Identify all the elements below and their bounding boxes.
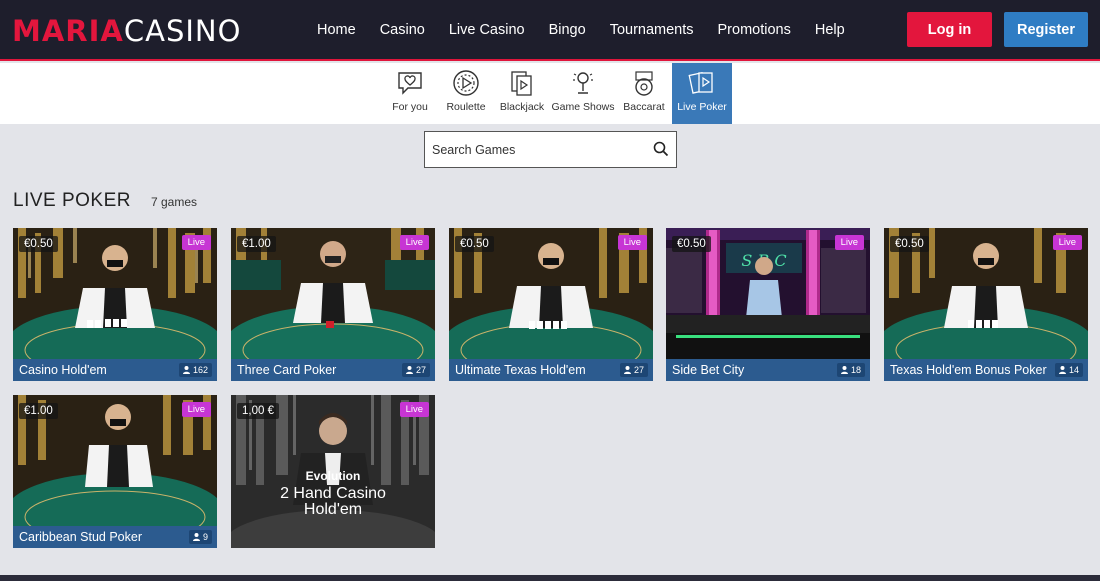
- heart-chat-icon: [398, 72, 422, 95]
- category-label: Blackjack: [499, 101, 545, 113]
- section-title: LIVE POKER: [13, 190, 131, 211]
- category-for-you[interactable]: For you: [382, 63, 438, 124]
- cards-play-icon: [511, 71, 532, 96]
- user-icon: [1058, 366, 1066, 374]
- game-title: Side Bet City: [672, 363, 745, 377]
- nav-casino[interactable]: Casino: [380, 22, 425, 38]
- min-bet-badge: €0.50: [455, 236, 494, 252]
- user-icon: [182, 366, 190, 374]
- nav-promotions[interactable]: Promotions: [718, 22, 791, 38]
- microphone-icon: [573, 72, 593, 94]
- category-label: Game Shows: [551, 101, 615, 113]
- main-nav: Home Casino Live Casino Bingo Tournament…: [305, 0, 857, 59]
- register-button[interactable]: Register: [1004, 12, 1088, 47]
- game-count: 7 games: [151, 195, 198, 209]
- live-badge: Live: [834, 235, 864, 250]
- footer-strip: [0, 575, 1100, 581]
- baccarat-icon: [635, 71, 653, 96]
- category-bar: For you Roulette Blackjack Game Shows Ba…: [0, 63, 1100, 124]
- live-badge: Live: [181, 402, 211, 417]
- game-title: Texas Hold'em Bonus Poker: [890, 363, 1047, 377]
- provider-logo: Evolution: [305, 469, 361, 483]
- live-badge: Live: [1052, 235, 1082, 250]
- user-icon: [623, 366, 631, 374]
- game-title-bar: Side Bet City 18: [666, 359, 870, 381]
- player-count: 27: [619, 363, 648, 377]
- category-blackjack[interactable]: Blackjack: [494, 63, 550, 124]
- live-badge: Live: [181, 235, 211, 250]
- user-icon: [192, 533, 200, 541]
- user-icon: [405, 366, 413, 374]
- category-baccarat[interactable]: Baccarat: [616, 63, 672, 124]
- live-badge: Live: [617, 235, 647, 250]
- game-tile[interactable]: €0.50 Live Casino Hold'em 162: [13, 228, 217, 381]
- nav-home[interactable]: Home: [317, 22, 356, 38]
- player-count: 18: [836, 363, 865, 377]
- min-bet-badge: €1.00: [237, 236, 276, 252]
- min-bet-badge: €1.00: [19, 403, 58, 419]
- search-input[interactable]: [425, 132, 640, 167]
- category-roulette[interactable]: Roulette: [438, 63, 494, 124]
- game-title-bar: Three Card Poker 27: [231, 359, 435, 381]
- game-title: Casino Hold'em: [19, 363, 107, 377]
- category-label: Live Poker: [677, 101, 727, 113]
- game-title-bar: Texas Hold'em Bonus Poker 14: [884, 359, 1088, 381]
- poker-cards-icon: [688, 71, 713, 94]
- min-bet-badge: €0.50: [19, 236, 58, 252]
- min-bet-badge: €0.50: [672, 236, 711, 252]
- game-title: Caribbean Stud Poker: [19, 530, 142, 544]
- user-icon: [840, 366, 848, 374]
- game-tile[interactable]: €0.50 Live Texas Hold'em Bonus Poker 14: [884, 228, 1088, 381]
- player-count: 14: [1054, 363, 1083, 377]
- game-art-title: 2 Hand Casino Hold'em: [280, 485, 386, 518]
- category-label: Roulette: [446, 101, 486, 113]
- nav-help[interactable]: Help: [815, 22, 845, 38]
- min-bet-badge: €0.50: [890, 236, 929, 252]
- game-tile[interactable]: S B C €0.50 Live Side Bet City 18: [666, 228, 870, 381]
- nav-bingo[interactable]: Bingo: [549, 22, 586, 38]
- login-button[interactable]: Log in: [907, 12, 992, 47]
- player-count: 162: [178, 363, 212, 377]
- top-header: MARIACASINO Home Casino Live Casino Bing…: [0, 0, 1100, 61]
- live-badge: Live: [399, 402, 429, 417]
- category-game-shows[interactable]: Game Shows: [550, 63, 616, 124]
- min-bet-badge: 1,00 €: [237, 403, 279, 419]
- live-badge: Live: [399, 235, 429, 250]
- game-tile[interactable]: €1.00 Live Three Card Poker 27: [231, 228, 435, 381]
- category-live-poker[interactable]: Live Poker: [672, 63, 732, 124]
- game-tile[interactable]: €0.50 Live Ultimate Texas Hold'em 27: [449, 228, 653, 381]
- nav-live-casino[interactable]: Live Casino: [449, 22, 525, 38]
- search-box: [424, 131, 677, 168]
- search-icon[interactable]: [653, 141, 669, 157]
- roulette-icon: [453, 70, 479, 96]
- player-count: 27: [401, 363, 430, 377]
- game-title: Ultimate Texas Hold'em: [455, 363, 586, 377]
- game-title-bar: Ultimate Texas Hold'em 27: [449, 359, 653, 381]
- site-logo[interactable]: MARIACASINO: [12, 14, 241, 48]
- nav-tournaments[interactable]: Tournaments: [610, 22, 694, 38]
- game-title-bar: Caribbean Stud Poker 9: [13, 526, 217, 548]
- game-tile[interactable]: €1.00 Live Caribbean Stud Poker 9: [13, 395, 217, 548]
- category-label: Baccarat: [623, 101, 665, 113]
- player-count: 9: [188, 530, 212, 544]
- game-tile[interactable]: 1,00 € Live Evolution 2 Hand Casino Hold…: [231, 395, 435, 548]
- game-title-bar: Casino Hold'em 162: [13, 359, 217, 381]
- category-label: For you: [392, 101, 428, 113]
- game-title: Three Card Poker: [237, 363, 337, 377]
